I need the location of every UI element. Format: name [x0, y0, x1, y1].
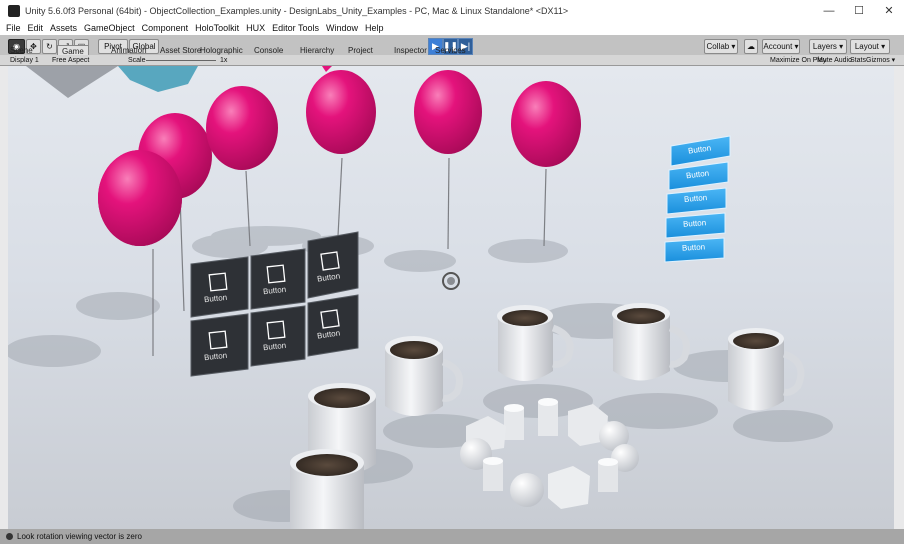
- diamond-shape: [26, 66, 118, 98]
- panel-button[interactable]: [250, 248, 306, 310]
- minimize-button[interactable]: —: [814, 0, 844, 21]
- game-viewport[interactable]: Button Button Button Button Button Butto…: [8, 66, 894, 529]
- stack-button-label: Button: [681, 242, 706, 253]
- cylinder: [598, 458, 618, 492]
- tab-project-label: Project: [348, 46, 373, 55]
- tab-hierarchy-label: Hierarchy: [300, 46, 335, 55]
- mug: [728, 328, 805, 411]
- menu-editor-tools[interactable]: Editor Tools: [272, 23, 319, 33]
- game-view-bar: Display 1 Free Aspect Scale 1x Maximize …: [0, 55, 904, 66]
- menu-bar: File Edit Assets GameObject Component Ho…: [0, 21, 904, 35]
- panel-button[interactable]: [250, 305, 306, 367]
- menu-window[interactable]: Window: [326, 23, 358, 33]
- mute-audio-toggle[interactable]: Mute Audio: [817, 55, 852, 65]
- balloon: [511, 81, 581, 167]
- aspect-label: Free Aspect: [52, 56, 90, 64]
- menu-holotoolkit[interactable]: HoloToolkit: [195, 23, 239, 33]
- gizmos-dropdown[interactable]: Gizmos ▾: [866, 55, 895, 65]
- tab-services-label: Services: [435, 46, 466, 55]
- tab-asset-store-label: Asset Store: [160, 46, 202, 55]
- balloon: [306, 70, 376, 154]
- scene-render: [8, 66, 833, 529]
- unity-logo-icon: [8, 4, 20, 17]
- status-bar: Look rotation viewing vector is zero: [0, 529, 904, 544]
- menu-gameobject[interactable]: GameObject: [84, 23, 135, 33]
- maximize-button[interactable]: ☐: [844, 0, 874, 21]
- mug: [385, 336, 463, 416]
- panel-button[interactable]: [307, 294, 359, 357]
- menu-file[interactable]: File: [6, 23, 21, 33]
- panel-button[interactable]: [190, 256, 249, 318]
- menu-assets[interactable]: Assets: [50, 23, 77, 33]
- stack-button-label: Button: [682, 218, 707, 229]
- tab-scene-label: Scene: [10, 46, 33, 55]
- cylinder: [504, 404, 524, 440]
- status-message: Look rotation viewing vector is zero: [17, 532, 142, 541]
- stats-toggle[interactable]: Stats: [850, 55, 866, 65]
- gizmos-label: Gizmos ▾: [866, 57, 896, 64]
- menu-help[interactable]: Help: [365, 23, 384, 33]
- tab-bar: Scene Game Animation Asset Store Hologra…: [0, 45, 904, 56]
- mute-label: Mute Audio: [817, 56, 853, 64]
- menu-edit[interactable]: Edit: [28, 23, 44, 33]
- menu-hux[interactable]: HUX: [246, 23, 265, 33]
- display-dropdown[interactable]: Display 1: [10, 55, 39, 65]
- stats-label: Stats: [850, 56, 866, 64]
- cube: [548, 466, 590, 509]
- cylinder: [483, 457, 503, 491]
- cylinder: [538, 398, 558, 436]
- teal-polyhedron: [118, 66, 198, 92]
- mug: [290, 449, 364, 529]
- scale-slider[interactable]: [146, 55, 216, 65]
- balloon: [206, 86, 278, 170]
- display-label: Display 1: [10, 56, 39, 64]
- panel-button[interactable]: [190, 313, 249, 377]
- scale-value: 1x: [220, 56, 228, 64]
- sphere: [510, 473, 544, 507]
- tab-inspector-label: Inspector: [394, 46, 427, 55]
- tab-holographic-label: Holographic: [200, 46, 243, 55]
- balloon: [414, 70, 482, 154]
- menu-component[interactable]: Component: [142, 23, 189, 33]
- title-bar: Unity 5.6.0f3 Personal (64bit) - ObjectC…: [0, 0, 904, 21]
- close-button[interactable]: ✕: [874, 0, 904, 21]
- panel-button[interactable]: [307, 231, 359, 299]
- tab-console-label: Console: [254, 46, 284, 55]
- aspect-dropdown[interactable]: Free Aspect: [52, 55, 89, 65]
- warning-icon: [6, 533, 13, 540]
- window-title: Unity 5.6.0f3 Personal (64bit) - ObjectC…: [25, 5, 569, 16]
- tab-animation-label: Animation: [111, 46, 147, 55]
- scale-label: Scale: [128, 56, 146, 64]
